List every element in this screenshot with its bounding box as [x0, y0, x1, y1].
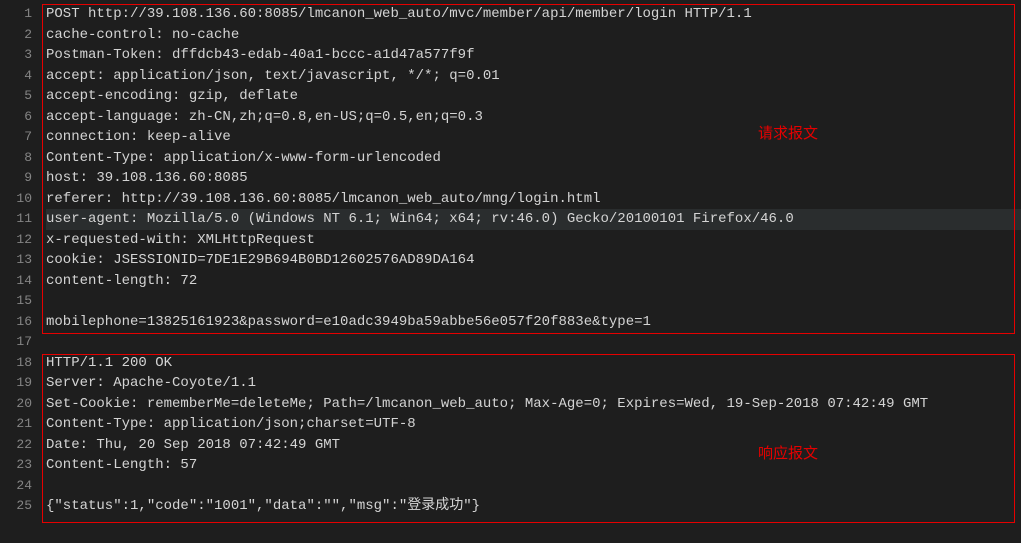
line-number: 20: [0, 394, 32, 415]
line-number-gutter: 1234567891011121314151617181920212223242…: [0, 0, 40, 543]
code-line[interactable]: Content-Type: application/json;charset=U…: [46, 414, 1021, 435]
code-line[interactable]: Content-Length: 57: [46, 455, 1021, 476]
line-number: 12: [0, 230, 32, 251]
code-line[interactable]: Content-Type: application/x-www-form-url…: [46, 148, 1021, 169]
line-number: 11: [0, 209, 32, 230]
line-number: 1: [0, 4, 32, 25]
code-line[interactable]: HTTP/1.1 200 OK: [46, 353, 1021, 374]
line-number: 19: [0, 373, 32, 394]
code-content[interactable]: 请求报文 响应报文 POST http://39.108.136.60:8085…: [40, 0, 1021, 543]
code-line[interactable]: {"status":1,"code":"1001","data":"","msg…: [46, 496, 1021, 517]
code-line[interactable]: user-agent: Mozilla/5.0 (Windows NT 6.1;…: [46, 209, 1021, 230]
code-line[interactable]: accept-language: zh-CN,zh;q=0.8,en-US;q=…: [46, 107, 1021, 128]
line-number: 22: [0, 435, 32, 456]
line-number: 3: [0, 45, 32, 66]
line-number: 13: [0, 250, 32, 271]
code-line[interactable]: Server: Apache-Coyote/1.1: [46, 373, 1021, 394]
line-number: 4: [0, 66, 32, 87]
line-number: 7: [0, 127, 32, 148]
line-number: 6: [0, 107, 32, 128]
code-line[interactable]: Postman-Token: dffdcb43-edab-40a1-bccc-a…: [46, 45, 1021, 66]
code-line[interactable]: host: 39.108.136.60:8085: [46, 168, 1021, 189]
code-line[interactable]: accept-encoding: gzip, deflate: [46, 86, 1021, 107]
line-number: 15: [0, 291, 32, 312]
code-line[interactable]: Set-Cookie: rememberMe=deleteMe; Path=/l…: [46, 394, 1021, 415]
code-line[interactable]: [46, 332, 1021, 353]
code-line[interactable]: [46, 291, 1021, 312]
line-number: 16: [0, 312, 32, 333]
line-number: 9: [0, 168, 32, 189]
code-line[interactable]: accept: application/json, text/javascrip…: [46, 66, 1021, 87]
code-line[interactable]: [46, 476, 1021, 497]
code-line[interactable]: mobilephone=13825161923&password=e10adc3…: [46, 312, 1021, 333]
code-line[interactable]: cookie: JSESSIONID=7DE1E29B694B0BD126025…: [46, 250, 1021, 271]
line-number: 24: [0, 476, 32, 497]
code-line[interactable]: content-length: 72: [46, 271, 1021, 292]
line-number: 5: [0, 86, 32, 107]
line-number: 23: [0, 455, 32, 476]
code-line[interactable]: connection: keep-alive: [46, 127, 1021, 148]
line-number: 17: [0, 332, 32, 353]
code-line[interactable]: referer: http://39.108.136.60:8085/lmcan…: [46, 189, 1021, 210]
line-number: 10: [0, 189, 32, 210]
code-line[interactable]: x-requested-with: XMLHttpRequest: [46, 230, 1021, 251]
code-line[interactable]: cache-control: no-cache: [46, 25, 1021, 46]
code-editor: 1234567891011121314151617181920212223242…: [0, 0, 1021, 543]
line-number: 18: [0, 353, 32, 374]
code-line[interactable]: POST http://39.108.136.60:8085/lmcanon_w…: [46, 4, 1021, 25]
line-number: 14: [0, 271, 32, 292]
code-line[interactable]: Date: Thu, 20 Sep 2018 07:42:49 GMT: [46, 435, 1021, 456]
line-number: 8: [0, 148, 32, 169]
line-number: 21: [0, 414, 32, 435]
line-number: 25: [0, 496, 32, 517]
line-number: 2: [0, 25, 32, 46]
